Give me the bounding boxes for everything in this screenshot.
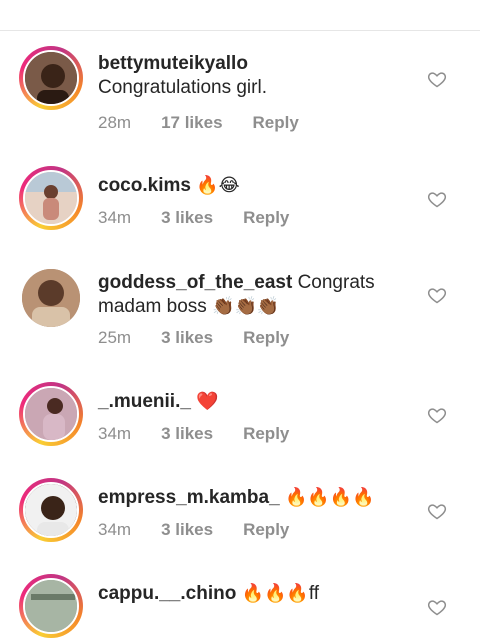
comment-text: cappu.__.chino 🔥🔥🔥ff xyxy=(98,582,418,606)
heart-outline-icon[interactable] xyxy=(427,501,447,521)
avatar[interactable] xyxy=(22,269,80,327)
heart-outline-icon[interactable] xyxy=(427,597,447,617)
comment-username[interactable]: empress_m.kamba_ xyxy=(98,487,280,508)
avatar[interactable] xyxy=(23,578,79,634)
reply-button[interactable]: Reply xyxy=(253,113,299,133)
avatar[interactable] xyxy=(23,386,79,442)
comment-username[interactable]: coco.kims xyxy=(98,175,191,196)
comment-time: 28m xyxy=(98,113,132,132)
story-ring[interactable] xyxy=(19,478,83,542)
comment-emoji: 🔥🔥🔥🔥 xyxy=(284,487,375,508)
likes-count[interactable]: 17 likes xyxy=(161,113,222,133)
avatar[interactable] xyxy=(23,170,79,226)
heart-outline-icon[interactable] xyxy=(427,189,447,209)
reply-button[interactable]: Reply xyxy=(243,208,289,228)
comment-text: empress_m.kamba_ 🔥🔥🔥🔥 xyxy=(98,486,418,510)
comment-text: coco.kims 🔥😂 xyxy=(98,174,418,198)
comment-time: 34m xyxy=(98,424,132,443)
reply-button[interactable]: Reply xyxy=(243,520,289,540)
comment-meta: 25m 3 likes Reply xyxy=(98,328,289,348)
comment-emoji: 🔥🔥🔥 xyxy=(241,583,309,604)
comment-meta: 34m 3 likes Reply xyxy=(98,208,289,228)
story-ring[interactable] xyxy=(19,574,83,638)
story-ring[interactable] xyxy=(19,166,83,230)
comment-time: 34m xyxy=(98,520,132,539)
heart-outline-icon[interactable] xyxy=(427,69,447,89)
comment-emoji: ❤️ xyxy=(196,391,219,412)
likes-count[interactable]: 3 likes xyxy=(161,208,213,228)
heart-outline-icon[interactable] xyxy=(427,405,447,425)
comment-text: goddess_of_the_east Congrats madam boss … xyxy=(98,271,418,319)
heart-outline-icon[interactable] xyxy=(427,285,447,305)
story-ring[interactable] xyxy=(19,46,83,110)
comment-meta: 34m 3 likes Reply xyxy=(98,424,289,444)
comment-username[interactable]: goddess_of_the_east xyxy=(98,272,292,293)
comment-meta: 34m 3 likes Reply xyxy=(98,520,289,540)
comment-time: 25m xyxy=(98,328,132,347)
comment-username[interactable]: bettymuteikyallo xyxy=(98,53,248,74)
reply-button[interactable]: Reply xyxy=(243,328,289,348)
comment-username[interactable]: cappu.__.chino xyxy=(98,583,236,604)
comment-emoji: 🔥😂 xyxy=(196,175,240,196)
comment-username[interactable]: _.muenii._ xyxy=(98,391,191,412)
top-divider xyxy=(0,0,480,31)
comment-body: Congratulations girl. xyxy=(98,77,267,98)
comment-time: 34m xyxy=(98,208,132,227)
reply-button[interactable]: Reply xyxy=(243,424,289,444)
avatar[interactable] xyxy=(23,482,79,538)
likes-count[interactable]: 3 likes xyxy=(161,424,213,444)
likes-count[interactable]: 3 likes xyxy=(161,328,213,348)
comment-text: bettymuteikyallo Congratulations girl. xyxy=(98,52,418,100)
comment-meta: 28m 17 likes Reply xyxy=(98,113,299,133)
likes-count[interactable]: 3 likes xyxy=(161,520,213,540)
story-ring[interactable] xyxy=(19,382,83,446)
avatar-frame[interactable] xyxy=(19,266,83,330)
comment-body: ff xyxy=(308,583,320,604)
comment-text: _.muenii._ ❤️ xyxy=(98,390,418,414)
comment-emoji: 👏🏾👏🏾👏🏾 xyxy=(212,296,280,317)
avatar[interactable] xyxy=(23,50,79,106)
